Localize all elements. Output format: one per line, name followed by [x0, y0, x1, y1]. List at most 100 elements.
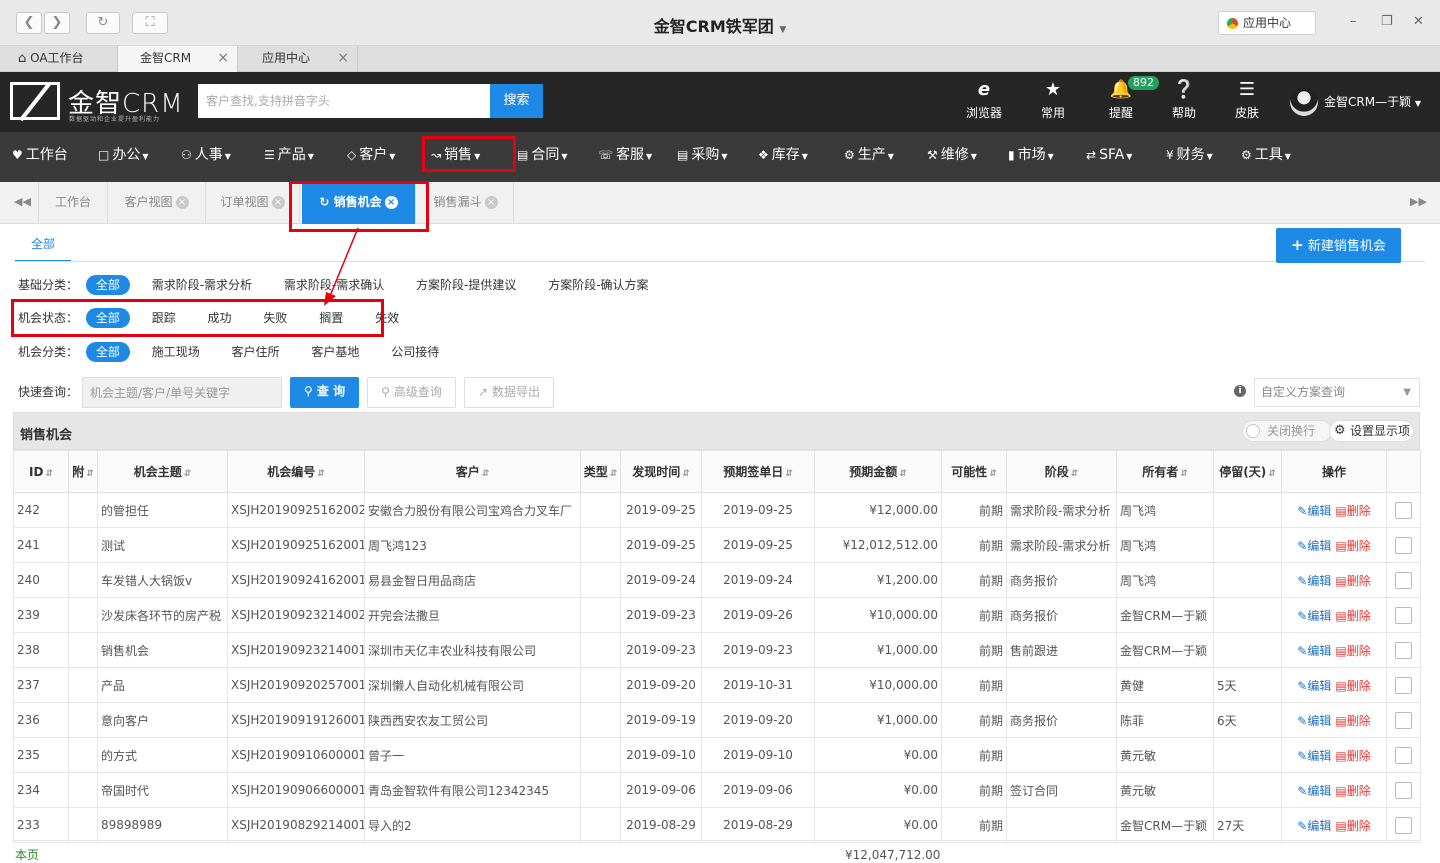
delete-link[interactable]: ▤删除 — [1335, 679, 1370, 693]
restore-icon[interactable]: ❐ — [1381, 14, 1393, 29]
browser-tab-crm[interactable]: 金智CRM × — [118, 46, 238, 72]
cell-customer[interactable]: 深圳市天亿丰农业科技有限公司 — [364, 632, 581, 668]
delete-link[interactable]: ▤删除 — [1335, 784, 1370, 798]
quick-search-input[interactable] — [82, 377, 282, 408]
column-header[interactable]: 机会编号 ⇵ — [227, 450, 365, 493]
delete-link[interactable]: ▤删除 — [1335, 714, 1370, 728]
table-row[interactable]: 235 的方式 XSJH20190910600001 曾子一 2019-09-10 201… — [13, 737, 1421, 773]
table-row[interactable]: 233 89898989 XSJH20190829214001 导入的2 2019-08… — [13, 807, 1421, 843]
edit-link[interactable]: ✎编辑 — [1297, 644, 1331, 658]
cell-topic[interactable]: 的方式 — [97, 737, 228, 773]
column-header[interactable]: 附 ⇵ — [68, 450, 98, 493]
cell-customer[interactable]: 周飞鸿123 — [364, 527, 581, 563]
row-checkbox[interactable] — [1395, 571, 1412, 589]
menu-item-finance[interactable]: ¥ 财务 ▼ — [1166, 132, 1213, 182]
table-row[interactable]: 242 的管担任 XSJH20190925162002 安徽合力股份有限公司宝鸡合力叉… — [13, 492, 1421, 528]
tab-customer-view[interactable]: 客户视图 × — [108, 182, 206, 224]
table-row[interactable]: 236 意向客户 XSJH20190919126001 陕西西安农友工贸公司 2019-… — [13, 702, 1421, 738]
menu-item-sfa[interactable]: ⇄ SFA ▼ — [1086, 132, 1132, 182]
close-tab-icon[interactable]: × — [217, 46, 229, 71]
delete-link[interactable]: ▤删除 — [1335, 539, 1370, 553]
menu-item-service[interactable]: ☏ 客服 ▼ — [598, 132, 652, 182]
app-center-button[interactable]: 应用中心 — [1218, 11, 1316, 35]
row-checkbox[interactable] — [1395, 781, 1412, 799]
menu-item-product[interactable]: ☰ 产品 ▼ — [264, 132, 314, 182]
menu-item-customer[interactable]: ◇ 客户 ▼ — [347, 132, 395, 182]
cell-topic[interactable]: 意向客户 — [97, 702, 228, 738]
column-header[interactable]: ID ⇵ — [13, 450, 69, 493]
cell-customer[interactable]: 青岛金智软件有限公司12342345 — [364, 772, 581, 808]
table-row[interactable]: 240 车发错人大锅饭v XSJH20190924162001 易县金智日用品商店 20… — [13, 562, 1421, 598]
advanced-query-button[interactable]: ⚲ 高级查询 — [367, 377, 456, 408]
row-checkbox[interactable] — [1395, 711, 1412, 729]
column-header[interactable]: 预期签单日 ⇵ — [701, 450, 815, 493]
table-row[interactable]: 241 测试 XSJH20190925162001 周飞鸿123 2019-09-25 2… — [13, 527, 1421, 563]
menu-item-hr[interactable]: ⚇ 人事 ▼ — [181, 132, 231, 182]
menu-item-workbench[interactable]: ♥ 工作台 — [12, 132, 68, 182]
table-row[interactable]: 237 产品 XSJH20190920257001 深圳懒人自动化机械有限公司 2019… — [13, 667, 1421, 703]
cell-customer[interactable]: 深圳懒人自动化机械有限公司 — [364, 667, 581, 703]
browser-tab-oa[interactable]: ⌂ OA工作台 — [0, 46, 118, 72]
row-checkbox[interactable] — [1395, 606, 1412, 624]
column-header[interactable]: 发现时间 ⇵ — [620, 450, 702, 493]
tab-workbench[interactable]: 工作台 — [38, 182, 108, 224]
delete-link[interactable]: ▤删除 — [1335, 644, 1370, 658]
tab-sales-funnel[interactable]: 销售漏斗 × — [418, 182, 514, 224]
custom-query-select[interactable]: 自定义方案查询 ▼ — [1254, 378, 1420, 407]
new-opportunity-button[interactable]: + 新建销售机会 — [1276, 228, 1401, 263]
search-button[interactable]: 搜索 — [490, 84, 543, 118]
menu-item-market[interactable]: ▮ 市场 ▼ — [1008, 132, 1054, 182]
cell-customer[interactable]: 曾子一 — [364, 737, 581, 773]
column-header[interactable]: 预期金额 ⇵ — [814, 450, 942, 493]
row-checkbox[interactable] — [1395, 676, 1412, 694]
scroll-left-icon[interactable]: ◀◀ — [14, 195, 31, 208]
filter-chip[interactable]: 方案阶段-确认方案 — [538, 275, 658, 295]
close-tab-icon[interactable]: × — [337, 46, 349, 71]
menu-item-repair[interactable]: ⚒ 维修 ▼ — [927, 132, 977, 182]
filter-chip[interactable]: 施工现场 — [142, 342, 210, 362]
edit-link[interactable]: ✎编辑 — [1297, 539, 1331, 553]
filter-chip[interactable]: 需求阶段-需求确认 — [274, 275, 394, 295]
row-checkbox[interactable] — [1395, 746, 1412, 764]
cell-customer[interactable]: 陕西西安农友工贸公司 — [364, 702, 581, 738]
export-button[interactable]: ↗ 数据导出 — [464, 377, 554, 408]
column-header[interactable]: 类型 ⇵ — [580, 450, 621, 493]
header-reminders[interactable]: 🔔 892 提醒 — [1096, 76, 1159, 121]
header-favorites[interactable]: ★ 常用 — [1028, 78, 1078, 121]
filter-chip[interactable]: 全部 — [85, 342, 130, 362]
delete-link[interactable]: ▤删除 — [1335, 504, 1370, 518]
cell-customer[interactable]: 开完会法撒旦 — [364, 597, 581, 633]
column-header[interactable]: 机会主题 ⇵ — [97, 450, 228, 493]
column-header[interactable]: 停留(天) ⇵ — [1213, 450, 1282, 493]
filter-chip[interactable]: 需求阶段-需求分析 — [142, 275, 262, 295]
row-checkbox[interactable] — [1395, 536, 1412, 554]
menu-item-tools[interactable]: ⚙ 工具 ▼ — [1241, 132, 1291, 182]
menu-item-contract[interactable]: ▤ 合同 ▼ — [517, 132, 568, 182]
browser-tab-appcenter[interactable]: 应用中心 × — [238, 46, 358, 72]
cell-topic[interactable]: 产品 — [97, 667, 228, 703]
customer-search-input[interactable] — [198, 84, 490, 118]
cell-topic[interactable]: 的管担任 — [97, 492, 228, 528]
wrap-toggle[interactable]: 关闭换行 — [1242, 420, 1332, 442]
edit-link[interactable]: ✎编辑 — [1297, 679, 1331, 693]
cell-customer[interactable]: 安徽合力股份有限公司宝鸡合力叉车厂 — [364, 492, 581, 528]
row-checkbox[interactable] — [1395, 501, 1412, 519]
cell-topic[interactable]: 测试 — [97, 527, 228, 563]
cell-topic[interactable]: 销售机会 — [97, 632, 228, 668]
close-window-icon[interactable]: ✕ — [1413, 14, 1424, 29]
delete-link[interactable]: ▤删除 — [1335, 819, 1370, 833]
row-checkbox[interactable] — [1395, 641, 1412, 659]
edit-link[interactable]: ✎编辑 — [1297, 504, 1331, 518]
table-row[interactable]: 234 帝国时代 XSJH20190906600001 青岛金智软件有限公司12342… — [13, 772, 1421, 808]
cell-topic[interactable]: 沙发床各环节的房产税 — [97, 597, 228, 633]
menu-item-inventory[interactable]: ❖ 库存 ▼ — [758, 132, 808, 182]
filter-chip[interactable]: 公司接待 — [381, 342, 449, 362]
cell-customer[interactable]: 易县金智日用品商店 — [364, 562, 581, 598]
subtab-all[interactable]: 全部 — [15, 224, 71, 262]
scroll-right-icon[interactable]: ▶▶ — [1410, 195, 1427, 208]
edit-link[interactable]: ✎编辑 — [1297, 714, 1331, 728]
table-row[interactable]: 238 销售机会 XSJH20190923214001 深圳市天亿丰农业科技有限公司 2… — [13, 632, 1421, 668]
table-row[interactable]: 239 沙发床各环节的房产税 XSJH20190923214002 开完会法撒旦 201… — [13, 597, 1421, 633]
header-skin[interactable]: ☰ 皮肤 — [1222, 78, 1272, 121]
cell-topic[interactable]: 帝国时代 — [97, 772, 228, 808]
